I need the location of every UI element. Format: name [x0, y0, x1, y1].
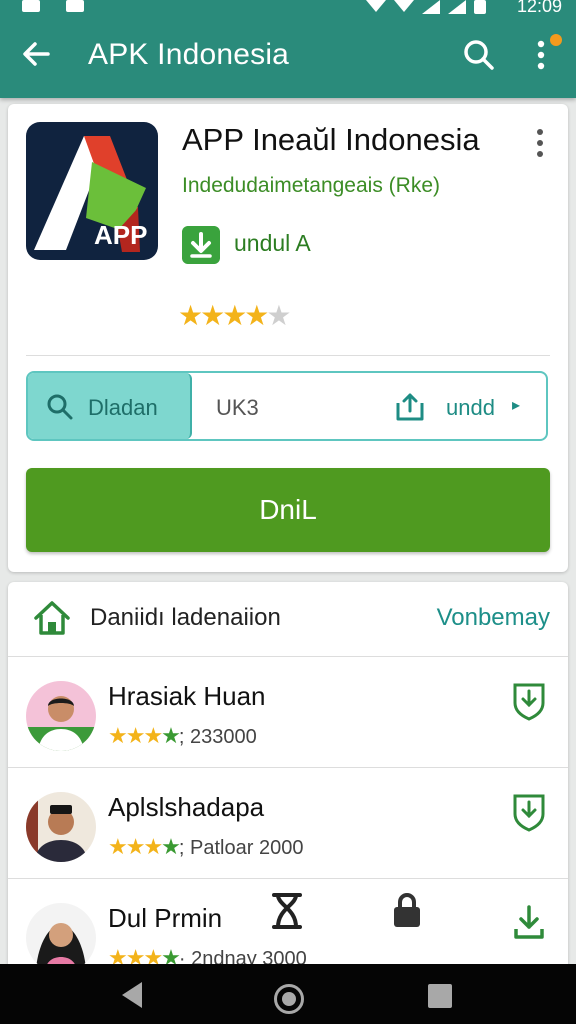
image-notification-icon: [22, 0, 40, 12]
wifi-icon: [366, 0, 386, 12]
segment-second-label[interactable]: UK3: [216, 395, 259, 421]
list-item-rating: ★★★★; Patloar 2000: [108, 834, 303, 860]
section-title: Daniidı ladenaiion: [90, 604, 281, 631]
avatar: [26, 903, 96, 973]
download-icon[interactable]: [182, 226, 220, 264]
developer-name[interactable]: Indedudaimetangeais (Rke): [182, 174, 440, 198]
app-logo: APP: [26, 122, 158, 260]
signal-icon-2: [448, 0, 466, 14]
avatar: [26, 792, 96, 862]
card-overflow-icon[interactable]: [534, 128, 546, 158]
segmented-control: Dladan UK3 undd ▸: [26, 371, 548, 441]
overflow-menu-icon[interactable]: [530, 38, 552, 72]
list-item-stars: ★★★: [108, 834, 163, 859]
nav-recents-icon[interactable]: [428, 984, 452, 1008]
segment-third-label[interactable]: undd: [446, 395, 495, 421]
person-avatar-graphic: [26, 792, 88, 862]
segment-first[interactable]: Dladan: [28, 373, 192, 439]
list-item-title: Dul Prmin: [108, 903, 223, 933]
hourglass-icon[interactable]: [270, 891, 304, 931]
status-bar-left: [22, 0, 84, 12]
app-detail-card: APP APP Ineaŭl Indonesia Indedudaimetang…: [8, 104, 568, 572]
shield-download-icon[interactable]: [512, 792, 546, 832]
app-name: APP Ineaŭl Indonesia: [182, 122, 480, 157]
nav-back-icon[interactable]: [122, 982, 142, 1008]
wifi-icon-2: [394, 0, 414, 12]
home-icon: [34, 601, 70, 635]
app-rating: ★★★★★: [178, 299, 292, 332]
list-item-star-partial: ★: [161, 723, 181, 748]
status-bar-right: [366, 0, 486, 14]
app-logo-label: APP: [94, 220, 148, 250]
search-icon[interactable]: [462, 38, 496, 72]
download-arrow-icon[interactable]: [512, 903, 546, 943]
signal-icon: [422, 0, 440, 14]
notification-badge: [550, 34, 562, 46]
nav-home-icon[interactable]: [274, 984, 304, 1014]
magnifier-icon: [47, 394, 73, 420]
download-label[interactable]: undul A: [234, 230, 311, 257]
chevron-right-icon[interactable]: ▸: [512, 395, 520, 415]
list-item-title: Hrasiak Huan: [108, 681, 266, 711]
list-item-count: ; 233000: [178, 726, 257, 748]
rating-stars-filled: ★★★★: [178, 300, 269, 331]
list-item-rating: ★★★★; 233000: [108, 723, 257, 749]
section-header: Daniidı ladenaiion Vonbemay: [8, 582, 568, 657]
shield-download-icon[interactable]: [512, 681, 546, 721]
related-apps-card: Daniidı ladenaiion Vonbemay Hrasiak Huan…: [8, 582, 568, 982]
battery-icon: [474, 0, 486, 14]
list-item-stars: ★★★: [108, 723, 163, 748]
page-title: APK Indonesia: [88, 38, 290, 71]
segment-first-label: Dladan: [88, 395, 158, 420]
gallery-notification-icon: [66, 0, 84, 12]
section-more-link[interactable]: Vonbemay: [437, 604, 550, 632]
system-navigation-bar: [0, 964, 576, 1024]
lock-icon[interactable]: [390, 893, 424, 929]
list-item[interactable]: Aplslshadapa ★★★★; Patloar 2000: [8, 768, 568, 879]
person-avatar-graphic: [26, 696, 96, 751]
divider: [26, 355, 550, 356]
list-item-star-partial: ★: [161, 834, 181, 859]
rating-star-empty: ★: [266, 300, 291, 331]
list-item-count: ; Patloar 2000: [178, 837, 304, 859]
list-item[interactable]: Hrasiak Huan ★★★★; 233000: [8, 657, 568, 768]
person-avatar-graphic: [36, 923, 86, 973]
back-arrow-icon[interactable]: [18, 36, 54, 72]
share-icon[interactable]: [394, 391, 426, 423]
status-clock: 12:09: [516, 0, 562, 16]
avatar: [26, 681, 96, 751]
list-item-title: Aplslshadapa: [108, 792, 265, 822]
app-toolbar: 12:09 APK Indonesia: [0, 0, 576, 98]
primary-action-button[interactable]: DniL: [26, 468, 550, 552]
